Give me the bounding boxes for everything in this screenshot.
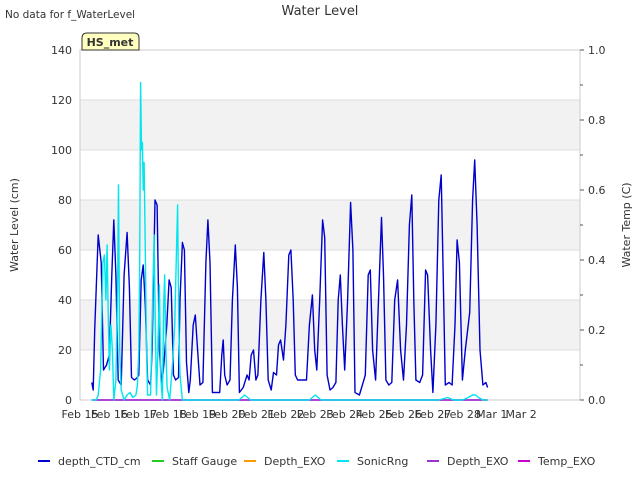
station-badge: HS_met	[81, 32, 140, 51]
legend-item: depth_CTD_cm	[38, 455, 141, 468]
chart-title: Water Level	[282, 4, 359, 19]
y-axis-label: Water Level (cm)	[8, 178, 21, 272]
legend-label: Staff Gauge	[172, 455, 237, 468]
y2-axis-ticks: 0.0 0.2 0.4 0.6 0.8 1.0	[580, 44, 606, 407]
y-tick-label: 40	[58, 294, 72, 307]
badge-label: HS_met	[87, 36, 134, 49]
legend-label: depth_CTD_cm	[58, 455, 141, 468]
y2-tick-label: 1.0	[588, 44, 606, 57]
y-tick-label: 20	[58, 344, 72, 357]
legend-item: Depth_EXO	[427, 455, 509, 468]
y-axis-ticks: 0 20 40 60 80 100 120 140	[51, 44, 72, 407]
y-tick-label: 0	[65, 394, 72, 407]
x-tick-label: Mar 1	[476, 408, 507, 421]
legend-label: SonicRng	[357, 455, 408, 468]
legend-item: SonicRng	[337, 455, 408, 468]
x-axis-ticks: Feb 15Feb 16Feb 17Feb 18Feb 19Feb 20Feb …	[62, 408, 537, 421]
legend-label: Depth_EXO	[264, 455, 326, 468]
no-data-note: No data for f_WaterLevel	[5, 9, 135, 21]
x-tick-label: Mar 2	[506, 408, 537, 421]
y-tick-label: 80	[58, 194, 72, 207]
chart-canvas: Water Level No data for f_WaterLevel HS_…	[5, 4, 633, 468]
legend-item: Depth_EXO	[244, 455, 326, 468]
y2-tick-label: 0.8	[588, 114, 606, 127]
legend-item: Temp_EXO	[518, 455, 596, 468]
y-tick-label: 120	[51, 94, 72, 107]
y2-tick-label: 0.2	[588, 324, 606, 337]
y-tick-label: 100	[51, 144, 72, 157]
legend-label: Depth_EXO	[447, 455, 509, 468]
y2-tick-label: 0.6	[588, 184, 606, 197]
y-tick-label: 140	[51, 44, 72, 57]
legend: depth_CTD_cm Staff Gauge Depth_EXO SonicRng…	[38, 455, 596, 468]
legend-item: Staff Gauge	[152, 455, 237, 468]
y2-tick-label: 0.4	[588, 254, 606, 267]
y2-axis-label: Water Temp (C)	[620, 182, 633, 267]
y-tick-label: 60	[58, 244, 72, 257]
band	[80, 100, 580, 150]
legend-label: Temp_EXO	[537, 455, 596, 468]
y2-tick-label: 0.0	[588, 394, 606, 407]
